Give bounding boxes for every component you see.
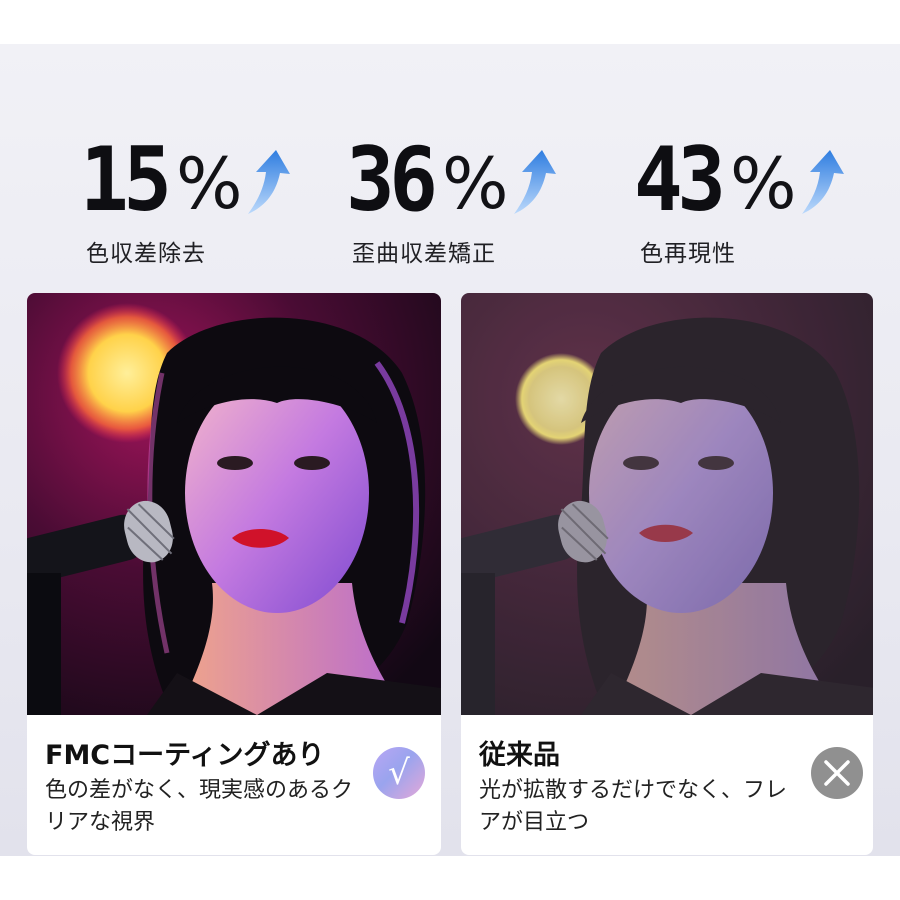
stat-distortion-correction: 36 % 歪曲収差矯正 [346, 128, 606, 270]
card-conventional: 従来品 光が拡散するだけでなく、フレアが目立つ [461, 293, 873, 855]
cross-icon [811, 747, 863, 799]
up-arrow-icon [802, 150, 845, 214]
singer-photo-flare [461, 293, 873, 715]
check-icon: √ [373, 747, 425, 799]
stat-label: 色再現性 [640, 241, 736, 267]
stat-color-reproduction: 43 % 色再現性 [634, 128, 894, 270]
card-title: 従来品 [479, 740, 560, 771]
up-arrow-icon [514, 150, 557, 214]
stat-unit: % [729, 143, 797, 225]
stat-label: 色収差除去 [86, 241, 206, 267]
singer-photo-clear [27, 293, 441, 715]
up-arrow-icon [248, 150, 291, 214]
comparison-panel: 15 % 色収差除去 36 % 歪曲収差矯正 43 % 色再現性 FMCコーティ… [0, 44, 900, 856]
check-glyph: √ [388, 753, 410, 793]
stat-unit: % [441, 143, 509, 225]
stat-chromatic-aberration: 15 % 色収差除去 [80, 128, 340, 270]
stat-label: 歪曲収差矯正 [352, 241, 496, 267]
stat-number: 36 [346, 128, 438, 231]
card-fmc-coating: FMCコーティングあり 色の差がなく、現実感のあるクリアな視界 √ [27, 293, 441, 855]
stat-unit: % [175, 143, 243, 225]
stat-number: 43 [634, 128, 726, 231]
stat-number: 15 [80, 128, 172, 231]
card-description: 光が拡散するだけでなく、フレアが目立つ [479, 778, 788, 835]
card-title: FMCコーティングあり [45, 740, 325, 771]
card-description: 色の差がなく、現実感のあるクリアな視界 [45, 778, 354, 835]
